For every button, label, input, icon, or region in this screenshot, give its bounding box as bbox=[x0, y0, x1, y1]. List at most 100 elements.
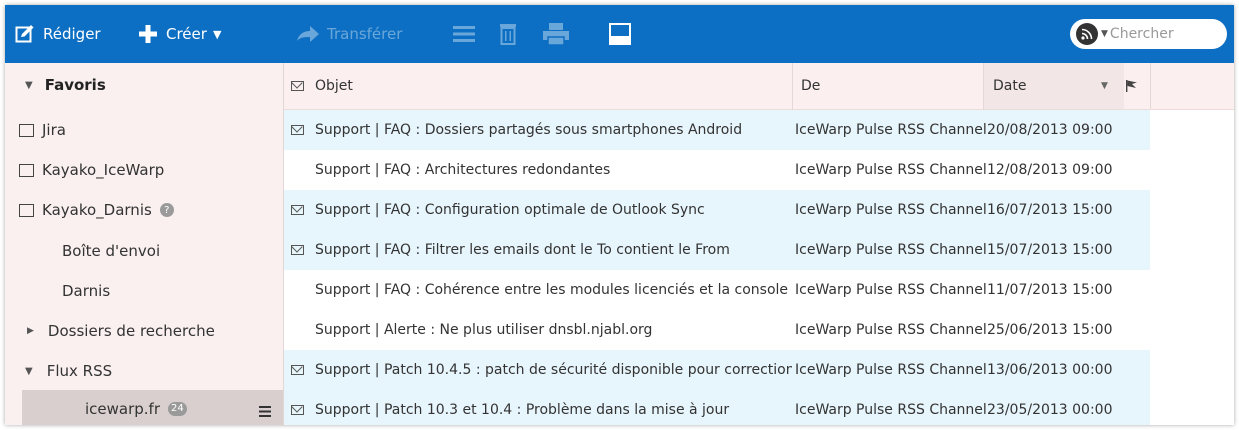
sidebar-item-label: Kayako_Darnis bbox=[42, 201, 152, 219]
sidebar-item-label: Dossiers de recherche bbox=[47, 322, 215, 340]
message-sender: IceWarp Pulse RSS Channel bbox=[795, 162, 986, 178]
from-column-label: De bbox=[801, 78, 821, 94]
sidebar-item-jira[interactable]: Jira bbox=[5, 110, 283, 150]
envelope-icon bbox=[291, 245, 304, 255]
envelope-column-icon[interactable] bbox=[291, 63, 304, 109]
message-date: 16/07/2013 15:00 bbox=[987, 202, 1113, 218]
read-state-cell[interactable] bbox=[291, 230, 309, 270]
date-column-header[interactable]: Date bbox=[993, 63, 1026, 109]
message-list: Objet De Date ▼ Support | FAQ : Dossiers… bbox=[284, 63, 1234, 425]
message-sender: IceWarp Pulse RSS Channel bbox=[795, 202, 986, 218]
print-button[interactable] bbox=[543, 5, 569, 63]
sidebar-item-search-folders[interactable]: ▶ Dossiers de recherche bbox=[5, 311, 283, 351]
message-date: 12/08/2013 09:00 bbox=[987, 162, 1113, 178]
forward-button[interactable]: Transférer bbox=[296, 5, 402, 63]
sidebar-item-label: Flux RSS bbox=[46, 362, 113, 380]
create-label: Créer bbox=[166, 25, 207, 43]
envelope-icon bbox=[291, 205, 304, 215]
message-row[interactable]: Support | Patch 10.4.5 : patch de sécuri… bbox=[284, 350, 1150, 390]
hamburger-menu-icon[interactable] bbox=[259, 403, 271, 421]
message-date: 20/08/2013 09:00 bbox=[987, 122, 1113, 138]
message-row[interactable]: Support | Patch 10.3 et 10.4 : Problème … bbox=[284, 390, 1150, 425]
message-sender: IceWarp Pulse RSS Channel bbox=[795, 322, 986, 338]
main-toolbar: Rédiger Créer ▼ Transférer ▼ Chercher bbox=[5, 5, 1234, 63]
layout-pane-icon bbox=[609, 23, 631, 45]
column-divider[interactable] bbox=[1150, 63, 1151, 109]
message-subject: Support | FAQ : Architectures redondante… bbox=[315, 162, 611, 178]
read-state-cell[interactable] bbox=[291, 390, 309, 425]
read-state-cell[interactable] bbox=[291, 190, 309, 230]
mail-app-window: Rédiger Créer ▼ Transférer ▼ Chercher ▼ … bbox=[5, 5, 1234, 425]
date-column-label: Date bbox=[993, 78, 1027, 94]
message-sender: IceWarp Pulse RSS Channel bbox=[795, 402, 986, 418]
subject-column-header[interactable]: Objet bbox=[315, 63, 353, 109]
sidebar-item-outbox[interactable]: Boîte d'envoi bbox=[5, 231, 283, 271]
list-menu-button[interactable] bbox=[453, 5, 475, 63]
envelope-icon bbox=[291, 125, 304, 135]
envelope-icon bbox=[291, 365, 304, 375]
collapsed-triangle-icon[interactable]: ▶ bbox=[27, 326, 34, 336]
favorites-header[interactable]: ▼ Favoris bbox=[5, 63, 283, 107]
message-sender: IceWarp Pulse RSS Channel bbox=[795, 282, 986, 298]
help-question-icon: ? bbox=[159, 203, 174, 217]
flag-icon bbox=[1126, 80, 1137, 92]
sidebar-item-label: Jira bbox=[42, 121, 66, 139]
expanded-triangle-icon[interactable]: ▼ bbox=[25, 366, 33, 377]
read-state-cell[interactable] bbox=[291, 110, 309, 150]
read-state-cell[interactable] bbox=[291, 310, 309, 350]
folder-sidebar: ▼ Favoris Jira Kayako_IceWarp Kayako_Dar… bbox=[5, 63, 284, 425]
sidebar-item-label: Boîte d'envoi bbox=[62, 242, 161, 260]
read-state-cell[interactable] bbox=[291, 150, 309, 190]
message-row[interactable]: Support | FAQ : Cohérence entre les modu… bbox=[284, 270, 1150, 310]
sidebar-item-kayako-darnis[interactable]: Kayako_Darnis ? bbox=[5, 190, 283, 230]
favorites-label: Favoris bbox=[44, 76, 106, 94]
sidebar-item-kayako-icewarp[interactable]: Kayako_IceWarp bbox=[5, 150, 283, 190]
expanded-triangle-icon[interactable]: ▼ bbox=[25, 80, 33, 91]
read-state-cell[interactable] bbox=[291, 350, 309, 390]
column-divider[interactable] bbox=[983, 63, 984, 109]
message-sender: IceWarp Pulse RSS Channel bbox=[795, 242, 986, 258]
message-date: 13/06/2013 00:00 bbox=[987, 362, 1113, 378]
message-date: 11/07/2013 15:00 bbox=[987, 282, 1113, 298]
message-row[interactable]: Support | FAQ : Filtrer les emails dont … bbox=[284, 230, 1150, 270]
forward-arrow-icon bbox=[296, 25, 320, 43]
message-row[interactable]: Support | FAQ : Configuration optimale d… bbox=[284, 190, 1150, 230]
flag-column-header[interactable] bbox=[1125, 63, 1139, 109]
search-scope-chevron-icon[interactable]: ▼ bbox=[1101, 29, 1108, 39]
sidebar-item-rss-feeds[interactable]: ▼ Flux RSS bbox=[5, 351, 283, 391]
from-column-header[interactable]: De bbox=[801, 63, 820, 109]
sidebar-item-darnis[interactable]: Darnis bbox=[5, 271, 283, 311]
trash-icon bbox=[500, 23, 516, 45]
read-state-cell[interactable] bbox=[291, 270, 309, 310]
message-subject: Support | FAQ : Configuration optimale d… bbox=[315, 202, 705, 218]
folder-icon bbox=[19, 203, 34, 217]
forward-label: Transférer bbox=[327, 25, 403, 43]
message-row[interactable]: Support | FAQ : Dossiers partagés sous s… bbox=[284, 110, 1150, 150]
message-date: 25/06/2013 15:00 bbox=[987, 322, 1113, 338]
message-row[interactable]: Support | FAQ : Architectures redondante… bbox=[284, 150, 1150, 190]
search-input[interactable]: Chercher bbox=[1110, 26, 1174, 42]
plus-icon bbox=[138, 24, 158, 44]
list-icon bbox=[453, 24, 475, 44]
message-subject: Support | Patch 10.3 et 10.4 : Problème … bbox=[315, 402, 730, 418]
sort-descending-icon[interactable]: ▼ bbox=[1101, 63, 1108, 109]
unread-count-badge: 24 bbox=[168, 401, 187, 416]
message-row[interactable]: Support | Alerte : Ne plus utiliser dnsb… bbox=[284, 310, 1150, 350]
delete-button[interactable] bbox=[500, 5, 516, 63]
envelope-icon bbox=[291, 405, 304, 415]
message-date: 15/07/2013 15:00 bbox=[987, 242, 1113, 258]
rss-icon[interactable] bbox=[1076, 23, 1098, 45]
folder-icon bbox=[19, 163, 34, 177]
subject-column-label: Objet bbox=[315, 78, 353, 94]
search-box[interactable]: ▼ Chercher bbox=[1070, 19, 1227, 49]
envelope-icon bbox=[291, 81, 304, 91]
compose-icon bbox=[15, 24, 35, 44]
printer-icon bbox=[543, 23, 569, 45]
chevron-down-icon: ▼ bbox=[212, 27, 222, 41]
sidebar-item-label: Darnis bbox=[62, 282, 111, 300]
column-divider[interactable] bbox=[792, 63, 793, 109]
create-button[interactable]: Créer ▼ bbox=[138, 5, 221, 63]
reading-pane-button[interactable] bbox=[609, 5, 631, 63]
compose-button[interactable]: Rédiger bbox=[15, 5, 101, 63]
sidebar-item-icewarp-fr[interactable]: icewarp.fr 24 bbox=[22, 390, 283, 425]
